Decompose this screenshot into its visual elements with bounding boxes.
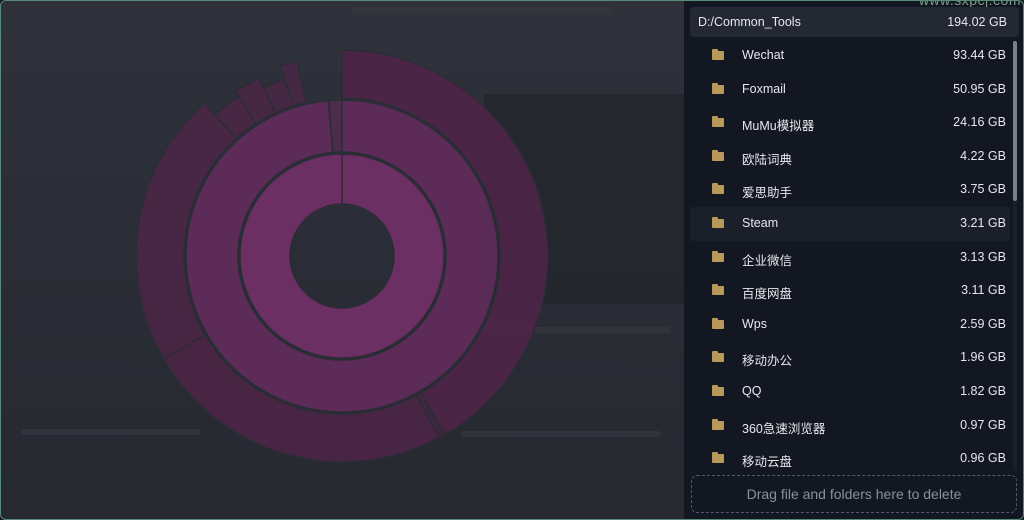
folder-name: MuMu模拟器 (742, 119, 815, 134)
folder-name: Wps (742, 316, 767, 331)
list-scrollbar[interactable] (1013, 41, 1017, 471)
folder-name: 移动云盘 (742, 455, 793, 469)
folder-icon (712, 183, 724, 195)
folder-list[interactable]: Wechat 93.44 GB Foxmail 50.95 GB MuMu模拟器 24… (690, 39, 1010, 469)
folder-icon (712, 49, 724, 60)
folder-icon (712, 351, 724, 363)
list-item[interactable]: 爱思助手 3.75 GB (690, 173, 1010, 207)
folder-size: 0.96 GB (960, 451, 1006, 466)
sunburst-inner-ring[interactable] (239, 153, 445, 359)
folder-list-panel: www.sxpcj.com D:/Common_Tools 194.02 GB … (684, 1, 1023, 519)
list-item[interactable]: Wps 2.59 GB (690, 308, 1010, 342)
list-item[interactable]: 移动办公 1.96 GB (690, 341, 1010, 375)
folder-size: 0.97 GB (960, 417, 1006, 432)
directory-size: 194.02 GB (947, 15, 1007, 29)
folder-icon (712, 116, 724, 128)
folder-icon (712, 149, 724, 161)
folder-icon (712, 216, 724, 228)
folder-name: Steam (742, 215, 779, 230)
folder-name: 360急速浏览器 (742, 421, 826, 436)
list-item[interactable]: 欧陆词典 4.22 GB (690, 140, 1010, 174)
delete-dropzone[interactable]: Drag file and folders here to delete (691, 475, 1017, 513)
folder-size: 1.82 GB (960, 383, 1006, 398)
list-item[interactable]: 移动云盘 0.96 GB (690, 442, 1010, 469)
folder-size: 93.44 GB (953, 48, 1006, 62)
folder-icon (712, 452, 724, 464)
folder-size: 2.59 GB (960, 316, 1006, 331)
list-item[interactable]: 企业微信 3.13 GB (690, 241, 1010, 275)
folder-size: 3.11 GB (961, 283, 1006, 298)
folder-name: 企业微信 (742, 253, 793, 268)
folder-name: 爱思助手 (742, 186, 793, 201)
folder-size: 3.13 GB (960, 249, 1006, 264)
chart-area (1, 1, 684, 520)
folder-size: 3.21 GB (960, 215, 1006, 230)
list-item[interactable]: 百度网盘 3.11 GB (690, 274, 1010, 308)
folder-name: Foxmail (742, 81, 786, 96)
folder-size: 4.22 GB (960, 148, 1006, 163)
folder-size: 50.95 GB (953, 81, 1006, 96)
folder-icon (712, 418, 724, 430)
folder-size: 24.16 GB (953, 115, 1006, 130)
folder-name: 移动办公 (742, 354, 793, 369)
folder-size: 3.75 GB (960, 182, 1006, 197)
list-item[interactable]: 360急速浏览器 0.97 GB (690, 409, 1010, 443)
folder-icon (712, 250, 724, 262)
directory-path: D:/Common_Tools (698, 15, 801, 29)
folder-name: 欧陆词典 (742, 152, 793, 167)
list-item[interactable]: Foxmail 50.95 GB (690, 73, 1010, 107)
list-item[interactable]: QQ 1.82 GB (690, 375, 1010, 409)
folder-icon (712, 82, 724, 94)
folder-name: Wechat (742, 48, 785, 62)
folder-icon (712, 284, 724, 296)
folder-name: 百度网盘 (742, 287, 793, 302)
folder-icon (712, 384, 724, 396)
list-item[interactable]: Wechat 93.44 GB (690, 39, 1010, 73)
scrollbar-thumb[interactable] (1013, 41, 1017, 201)
list-item[interactable]: Steam 3.21 GB (690, 206, 1010, 241)
sunburst-chart[interactable] (1, 1, 684, 520)
folder-icon (712, 317, 724, 329)
app-window: www.sxpcj.com D:/Common_Tools 194.02 GB … (0, 0, 1024, 520)
list-item[interactable]: MuMu模拟器 24.16 GB (690, 106, 1010, 140)
folder-size: 1.96 GB (960, 350, 1006, 365)
current-directory[interactable]: D:/Common_Tools 194.02 GB (690, 7, 1019, 37)
folder-name: QQ (742, 383, 762, 398)
